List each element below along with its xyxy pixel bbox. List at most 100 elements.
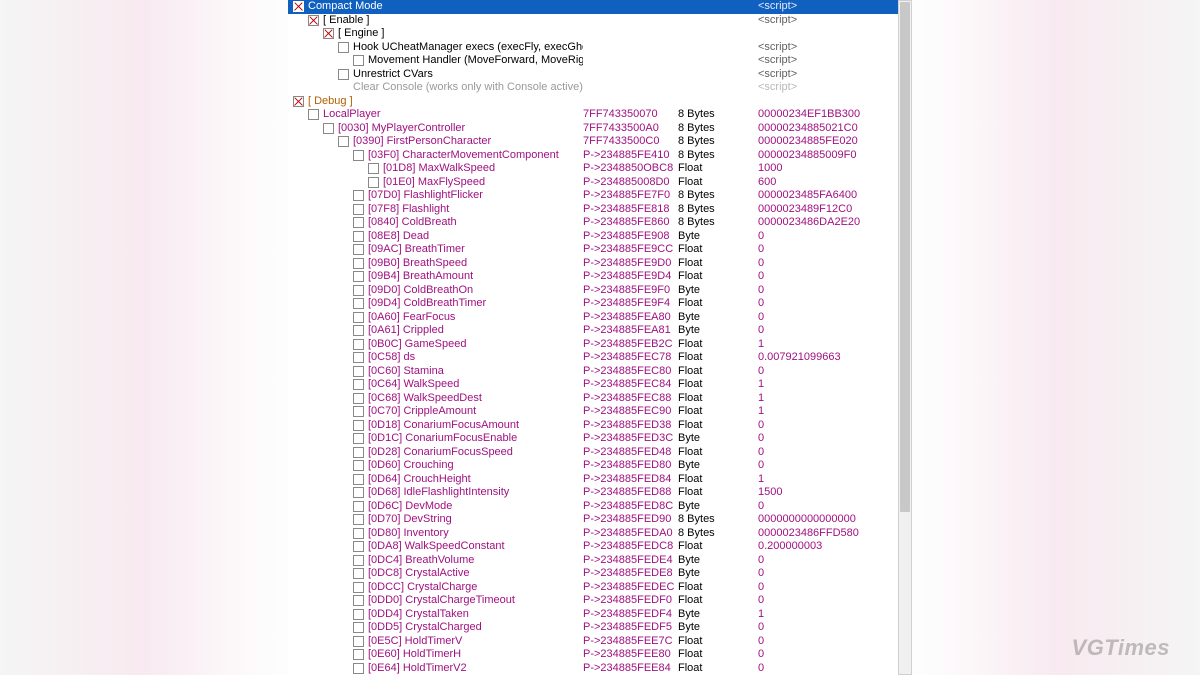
cell-value[interactable]: 0 [758, 257, 909, 271]
cell-value[interactable]: 600 [758, 176, 909, 190]
checkbox[interactable] [293, 1, 304, 12]
checkbox[interactable] [368, 177, 379, 188]
cell-value[interactable]: 00000234885009F0 [758, 149, 909, 163]
table-row[interactable]: [09B0] BreathSpeedP->234885FE9D0Float0 [288, 257, 909, 271]
cell-value[interactable]: 0.007921099663 [758, 351, 909, 365]
table-row[interactable]: [0A61] CrippledP->234885FEA81Byte0 [288, 324, 909, 338]
cell-value[interactable]: 1 [758, 473, 909, 487]
cell-value[interactable]: <script> [758, 81, 909, 95]
checkbox[interactable] [353, 217, 364, 228]
table-row[interactable]: [0D18] ConariumFocusAmountP->234885FED38… [288, 419, 909, 433]
scrollbar-thumb[interactable] [900, 2, 910, 512]
table-row[interactable]: [0C58] dsP->234885FEC78Float0.0079210996… [288, 351, 909, 365]
table-row[interactable]: Hook UCheatManager execs (execFly, execG… [288, 41, 909, 55]
table-row[interactable]: [ Engine ] [288, 27, 909, 41]
table-row[interactable]: [0D70] DevStringP->234885FED908 Bytes000… [288, 513, 909, 527]
cell-value[interactable]: 0000023489F12C0 [758, 203, 909, 217]
table-row[interactable]: [0DD4] CrystalTakenP->234885FEDF4Byte1 [288, 608, 909, 622]
table-row[interactable]: [0D68] IdleFlashlightIntensityP->234885F… [288, 486, 909, 500]
checkbox[interactable] [353, 622, 364, 633]
cell-value[interactable]: 0000023486DA2E20 [758, 216, 909, 230]
checkbox[interactable] [353, 528, 364, 539]
checkbox[interactable] [353, 663, 364, 674]
checkbox[interactable] [353, 582, 364, 593]
checkbox[interactable] [353, 271, 364, 282]
checkbox[interactable] [353, 55, 364, 66]
table-row[interactable]: Unrestrict CVars<script> [288, 68, 909, 82]
checkbox[interactable] [353, 339, 364, 350]
cell-value[interactable]: 0 [758, 432, 909, 446]
table-row[interactable]: [0D80] InventoryP->234885FEDA08 Bytes000… [288, 527, 909, 541]
table-row[interactable]: [0030] MyPlayerController7FF7433500A08 B… [288, 122, 909, 136]
checkbox[interactable] [353, 541, 364, 552]
checkbox[interactable] [353, 501, 364, 512]
cell-value[interactable]: <script> [758, 68, 909, 82]
table-row[interactable]: [09D4] ColdBreathTimerP->234885FE9F4Floa… [288, 297, 909, 311]
cell-value[interactable]: 1 [758, 405, 909, 419]
table-row[interactable]: [0840] ColdBreathP->234885FE8608 Bytes00… [288, 216, 909, 230]
table-row[interactable]: [0D64] CrouchHeightP->234885FED84Float1 [288, 473, 909, 487]
table-row[interactable]: [0E5C] HoldTimerVP->234885FEE7CFloat0 [288, 635, 909, 649]
cell-value[interactable]: 1 [758, 338, 909, 352]
table-row[interactable]: Clear Console (works only with Console a… [288, 81, 909, 95]
table-row[interactable]: [ Debug ] [288, 95, 909, 109]
table-row[interactable]: [0D6C] DevModeP->234885FED8CByte0 [288, 500, 909, 514]
checkbox[interactable] [353, 460, 364, 471]
cell-value[interactable]: 0 [758, 243, 909, 257]
cell-value[interactable]: 00000234EF1BB300 [758, 108, 909, 122]
checkbox[interactable] [353, 204, 364, 215]
table-row[interactable]: [0C64] WalkSpeedP->234885FEC84Float1 [288, 378, 909, 392]
cell-value[interactable]: 0 [758, 594, 909, 608]
checkbox[interactable] [323, 28, 334, 39]
table-row[interactable]: [0E64] HoldTimerV2P->234885FEE84Float0 [288, 662, 909, 675]
cell-value[interactable]: 0 [758, 230, 909, 244]
cell-value[interactable]: <script> [758, 41, 909, 55]
cell-value[interactable]: 1000 [758, 162, 909, 176]
checkbox[interactable] [353, 555, 364, 566]
checkbox[interactable] [353, 393, 364, 404]
table-row[interactable]: [07D0] FlashlightFlickerP->234885FE7F08 … [288, 189, 909, 203]
table-row[interactable]: [09B4] BreathAmountP->234885FE9D4Float0 [288, 270, 909, 284]
checkbox[interactable] [353, 636, 364, 647]
table-row[interactable]: [0DC8] CrystalActiveP->234885FEDE8Byte0 [288, 567, 909, 581]
cell-value[interactable]: 0 [758, 635, 909, 649]
checkbox[interactable] [308, 109, 319, 120]
cell-value[interactable]: 1 [758, 608, 909, 622]
cell-value[interactable]: 0000000000000000 [758, 513, 909, 527]
table-row[interactable]: [07F8] FlashlightP->234885FE8188 Bytes00… [288, 203, 909, 217]
cell-value[interactable]: 0 [758, 284, 909, 298]
cell-value[interactable]: <script> [758, 14, 909, 28]
cell-value[interactable]: 0 [758, 311, 909, 325]
cell-value[interactable]: 00000234885021C0 [758, 122, 909, 136]
checkbox[interactable] [353, 298, 364, 309]
checkbox[interactable] [353, 420, 364, 431]
cell-value[interactable]: 0 [758, 554, 909, 568]
cell-value[interactable]: 00000234885FE020 [758, 135, 909, 149]
cell-value[interactable]: 0 [758, 662, 909, 675]
checkbox[interactable] [308, 15, 319, 26]
table-row[interactable]: [08E8] DeadP->234885FE908Byte0 [288, 230, 909, 244]
table-row[interactable]: LocalPlayer7FF7433500708 Bytes00000234EF… [288, 108, 909, 122]
cell-value[interactable]: 0 [758, 621, 909, 635]
cell-value[interactable]: 0.200000003 [758, 540, 909, 554]
checkbox[interactable] [353, 366, 364, 377]
table-row[interactable]: [0C68] WalkSpeedDestP->234885FEC88Float1 [288, 392, 909, 406]
cell-value[interactable]: <script> [758, 54, 909, 68]
checkbox[interactable] [338, 69, 349, 80]
checkbox[interactable] [353, 514, 364, 525]
table-row[interactable]: [0B0C] GameSpeedP->234885FEB2CFloat1 [288, 338, 909, 352]
table-row[interactable]: [09D0] ColdBreathOnP->234885FE9F0Byte0 [288, 284, 909, 298]
checkbox[interactable] [353, 190, 364, 201]
table-row[interactable]: [09AC] BreathTimerP->234885FE9CCFloat0 [288, 243, 909, 257]
cell-value[interactable]: 0 [758, 567, 909, 581]
cell-value[interactable]: 0 [758, 297, 909, 311]
checkbox[interactable] [353, 312, 364, 323]
table-row[interactable]: [ Enable ]<script> [288, 14, 909, 28]
cell-value[interactable]: 0 [758, 500, 909, 514]
checkbox[interactable] [353, 474, 364, 485]
table-row[interactable]: [03F0] CharacterMovementComponentP->2348… [288, 149, 909, 163]
cell-value[interactable]: 0 [758, 459, 909, 473]
checkbox[interactable] [353, 379, 364, 390]
checkbox[interactable] [323, 123, 334, 134]
cell-value[interactable]: 0 [758, 648, 909, 662]
